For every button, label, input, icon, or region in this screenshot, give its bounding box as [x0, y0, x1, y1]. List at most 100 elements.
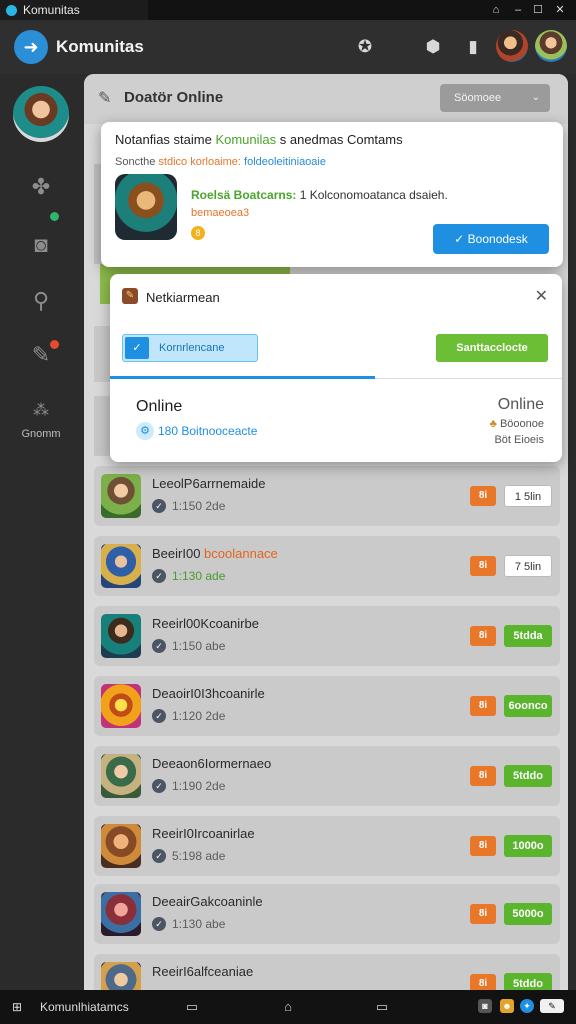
main-header: ✎ Doatör Online Söomoee ⌄ — [84, 74, 568, 124]
item-name: LeeolP6arrnemaide — [152, 476, 266, 491]
game-thumbnail — [101, 474, 141, 518]
list-item[interactable]: Deeaon6Iormernaeo ✓ 1:190 2de 8i 5tddo — [94, 746, 560, 806]
tray-network-icon[interactable]: ✦ — [520, 999, 534, 1013]
game-thumbnail — [101, 824, 141, 868]
alert-badge — [50, 340, 59, 349]
confirm-label: Boonodesk — [467, 232, 528, 246]
tray-game-icon[interactable]: ☻ — [500, 999, 514, 1013]
star-icon[interactable]: ✪ — [354, 36, 376, 58]
windows-start-icon[interactable]: ⊞ — [12, 1000, 26, 1014]
window-icon[interactable]: ▭ — [372, 998, 392, 1016]
task-view-icon[interactable]: ▭ — [182, 998, 202, 1016]
list-item[interactable]: Reeirl00Kcoanirbe ✓ 1:150 abe 8i 5tdda — [94, 606, 560, 666]
sidebar-user-avatar[interactable] — [13, 86, 69, 142]
item-time: 1:130 abe — [172, 917, 226, 931]
help-icon[interactable]: ⬢ — [422, 36, 444, 58]
verified-icon: ✓ — [152, 779, 166, 793]
list-item[interactable]: DeaoirI0I3hcoanirle ✓ 1:120 2de 8i 6oonc… — [94, 676, 560, 736]
sidebar-item-library[interactable]: ◙ — [26, 230, 56, 260]
rank-badge: 8i — [470, 836, 496, 856]
game-thumbnail — [101, 962, 141, 990]
popup-heading: Notanfias staime Komunilas s anedmas Com… — [115, 132, 403, 147]
list-item[interactable]: LeeolP6arrnemaide ✓ 1:150 2de 8i 1 5lin — [94, 466, 560, 526]
app-icon — [6, 4, 17, 16]
game-thumbnail — [101, 614, 141, 658]
dropdown-value: Söomoee — [454, 92, 502, 104]
online-count: ⚙ 180 Boitnooceacte — [136, 422, 257, 440]
window-title: Komunitas — [23, 3, 80, 17]
action-button[interactable]: 5tddo — [504, 973, 552, 990]
action-button[interactable]: 6oonco — [504, 695, 552, 717]
item-name: DeaoirI0I3hcoanirle — [152, 686, 265, 701]
popup-subtitle: Soncthe stdico korloaime: foldeoleitinia… — [115, 156, 326, 168]
dialog-title: Netkiarmean — [146, 290, 220, 305]
app-logo[interactable]: ➜ — [14, 30, 48, 64]
verified-icon: ✓ — [152, 849, 166, 863]
item-name: Reeirl00Kcoanirbe — [152, 616, 259, 631]
game-thumbnail — [101, 754, 141, 798]
game-thumbnail — [101, 684, 141, 728]
item-time: 5:198 ade — [172, 849, 226, 863]
check-icon: ✓ — [454, 232, 465, 246]
chevron-down-icon: ⌄ — [531, 92, 540, 103]
action-button[interactable]: 1000o — [504, 835, 552, 857]
action-button[interactable]: 5tddo — [504, 765, 552, 787]
item-name: DeeairGakcoaninle — [152, 894, 263, 909]
sidebar-item-label: Gnomm — [21, 428, 61, 440]
sidebar: ✤ ◙ ⚲ ✎ ⁂ Gnomm — [0, 74, 82, 990]
profile-avatar[interactable] — [496, 30, 528, 62]
tray-language-icon[interactable]: ✎ — [540, 999, 564, 1013]
action-button[interactable]: 7 5lin — [504, 555, 552, 577]
notification-popup: Notanfias staime Komunilas s anedmas Com… — [101, 122, 563, 267]
item-time: 1:120 2de — [172, 709, 226, 723]
coin-icon: 8 — [191, 226, 205, 240]
close-icon[interactable]: ✕ — [535, 286, 548, 306]
tab-secondary[interactable]: Santtacclocte — [436, 334, 548, 362]
action-button[interactable]: 1 5lin — [504, 485, 552, 507]
item-time: 1:150 2de — [172, 499, 226, 513]
verified-icon: ✓ — [152, 709, 166, 723]
maximize-button[interactable]: ☐ — [528, 2, 548, 18]
page-title: Doatör Online — [124, 89, 224, 106]
check-icon: ✓ — [125, 337, 149, 359]
item-name: ReeirI0Ircoanirlae — [152, 826, 255, 841]
tray-app-icon[interactable]: ◙ — [478, 999, 492, 1013]
rank-badge: 8i — [470, 556, 496, 576]
taskbar: ⊞ Komunlhiatamcs ▭ ⌂ ▭ ◙ ☻ ✦ ✎ — [0, 990, 576, 1024]
list-item[interactable]: DeeairGakcoaninle ✓ 1:130 abe 8i 5000o — [94, 884, 560, 944]
action-button[interactable]: 5tdda — [504, 625, 552, 647]
home-icon[interactable]: ⌂ — [278, 998, 298, 1016]
status-meta-secondary: Böt Eioeis — [494, 434, 544, 446]
tab-active-label: Kornrlencane — [159, 342, 225, 354]
rank-badge: 8i — [470, 904, 496, 924]
item-name: ReeirI6alfceaniae — [152, 964, 254, 979]
list-item[interactable]: ReeirI6alfceaniae 8i 5tddo — [94, 954, 560, 990]
info-icon[interactable]: ▮ — [462, 36, 484, 58]
pin-icon[interactable]: ⌂ — [486, 2, 506, 18]
sidebar-item-games[interactable]: ✤ — [26, 172, 56, 202]
verified-icon: ✓ — [152, 569, 166, 583]
rank-badge: 8i — [470, 974, 496, 990]
item-name: Deeaon6Iormernaeo — [152, 756, 272, 771]
game-avatar — [115, 174, 177, 240]
status-dialog: ✎ Netkiarmean ✕ ✓ Kornrlencane Santtaccl… — [110, 274, 562, 462]
game-thumbnail — [101, 892, 141, 936]
list-item[interactable]: BeeirI00 bcoolannace ✓ 1:130 ade 8i 7 5l… — [94, 536, 560, 596]
close-button[interactable]: ✕ — [550, 2, 570, 18]
sidebar-item-search[interactable]: ⚲ — [26, 286, 56, 316]
list-item[interactable]: ReeirI0Ircoanirlae ✓ 5:198 ade 8i 1000o — [94, 816, 560, 876]
dialog-icon: ✎ — [122, 288, 138, 304]
minimize-button[interactable]: – — [508, 2, 528, 18]
status-meta: ♣ Böoonoe — [489, 418, 544, 430]
taskbar-app-title[interactable]: Komunlhiatamcs — [40, 1000, 129, 1014]
online-status: Online — [136, 398, 183, 415]
verified-icon: ✓ — [152, 499, 166, 513]
action-button[interactable]: 5000o — [504, 903, 552, 925]
item-name: BeeirI00 bcoolannace — [152, 546, 278, 561]
sidebar-item-community[interactable]: ⁂ — [26, 396, 56, 426]
filter-dropdown[interactable]: Söomoee ⌄ — [440, 84, 550, 112]
rank-badge: 8i — [470, 696, 496, 716]
tab-active[interactable]: ✓ Kornrlencane — [122, 334, 258, 362]
account-avatar[interactable] — [535, 30, 567, 62]
confirm-button[interactable]: ✓ Boonodesk — [433, 224, 549, 254]
